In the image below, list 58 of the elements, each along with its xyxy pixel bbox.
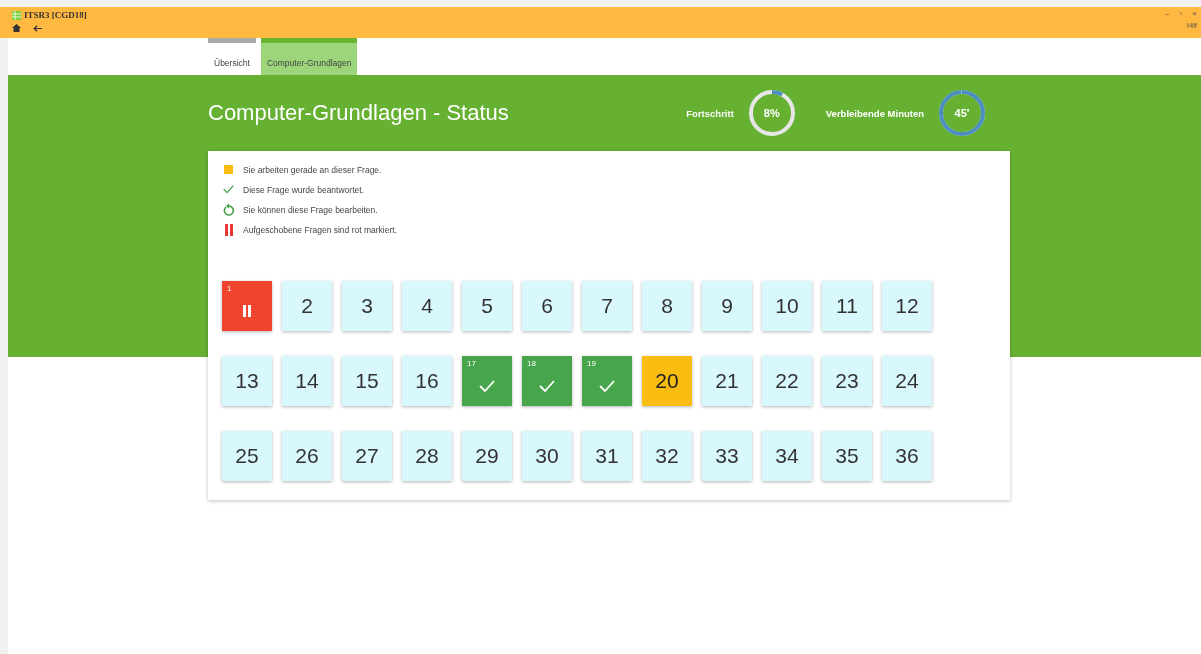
home-icon[interactable] (12, 24, 21, 32)
question-tile[interactable]: 10 (762, 281, 812, 331)
pause-icon (242, 305, 252, 317)
question-tile[interactable]: 16 (402, 356, 452, 406)
minutes-label: Verbleibende Minuten (825, 107, 924, 119)
question-tile[interactable]: 28 (402, 431, 452, 481)
question-tile[interactable]: 26 (282, 431, 332, 481)
question-tile[interactable]: 5 (462, 281, 512, 331)
back-arrow-icon[interactable] (33, 24, 42, 32)
question-tile[interactable]: 36 (882, 431, 932, 481)
question-tile[interactable]: 8 (642, 281, 692, 331)
question-tile[interactable]: 7 (582, 281, 632, 331)
question-tile[interactable]: 20 (642, 356, 692, 406)
legend-text: Sie können diese Frage bearbeiten. (243, 204, 378, 215)
ring-reading: 45' (954, 107, 970, 119)
question-tile[interactable]: 15 (342, 356, 392, 406)
question-tile[interactable]: 14 (282, 356, 332, 406)
question-tile[interactable]: 6 (522, 281, 572, 331)
question-tile[interactable]: 4 (402, 281, 452, 331)
close-button[interactable]: × (1190, 9, 1199, 18)
question-tile[interactable]: 24 (882, 356, 932, 406)
restore-button[interactable]: ▫ (1177, 9, 1185, 18)
check-icon (479, 380, 495, 392)
check-icon (599, 380, 615, 392)
question-tile[interactable]: 30 (522, 431, 572, 481)
legend-text: Aufgeschobene Fragen sind rot markiert. (243, 224, 398, 235)
question-tile[interactable]: 11 (822, 281, 872, 331)
square-icon (224, 165, 233, 174)
question-tile[interactable]: 9 (702, 281, 752, 331)
question-tile[interactable]: 13 (222, 356, 272, 406)
question-tile[interactable]: 32 (642, 431, 692, 481)
question-tile[interactable]: 27 (342, 431, 392, 481)
question-tile[interactable]: 2 (282, 281, 332, 331)
check-icon (539, 380, 555, 392)
tab[interactable]: Computer-Grundlagen (260, 38, 358, 75)
progress-label: Fortschritt (686, 107, 734, 119)
page-title: Computer-Grundlagen - Status (208, 100, 509, 126)
check-icon (223, 185, 234, 194)
app-icon (12, 10, 21, 20)
question-tile[interactable]: 23 (822, 356, 872, 406)
window-title: ITSR3 [CGD18] (24, 10, 87, 20)
question-tile[interactable]: 21 (702, 356, 752, 406)
question-tile[interactable]: 31 (582, 431, 632, 481)
question-tile[interactable]: 3 (342, 281, 392, 331)
question-tile[interactable]: 1 (222, 281, 272, 331)
ring-reading: 8% (763, 107, 780, 119)
question-tile[interactable]: 29 (462, 431, 512, 481)
minimize-button[interactable]: – (1163, 9, 1172, 18)
pause-icon (223, 223, 234, 236)
legend-text: Diese Frage wurde beantwortet. (243, 184, 364, 195)
question-tile[interactable]: 35 (822, 431, 872, 481)
question-tile[interactable]: 34 (762, 431, 812, 481)
question-tile[interactable]: 12 (882, 281, 932, 331)
question-tile[interactable]: 22 (762, 356, 812, 406)
legend-text: Sie arbeiten gerade an dieser Frage. (243, 164, 382, 175)
question-tile[interactable]: 25 (222, 431, 272, 481)
refresh-icon (222, 203, 235, 216)
question-tile[interactable]: 33 (702, 431, 752, 481)
